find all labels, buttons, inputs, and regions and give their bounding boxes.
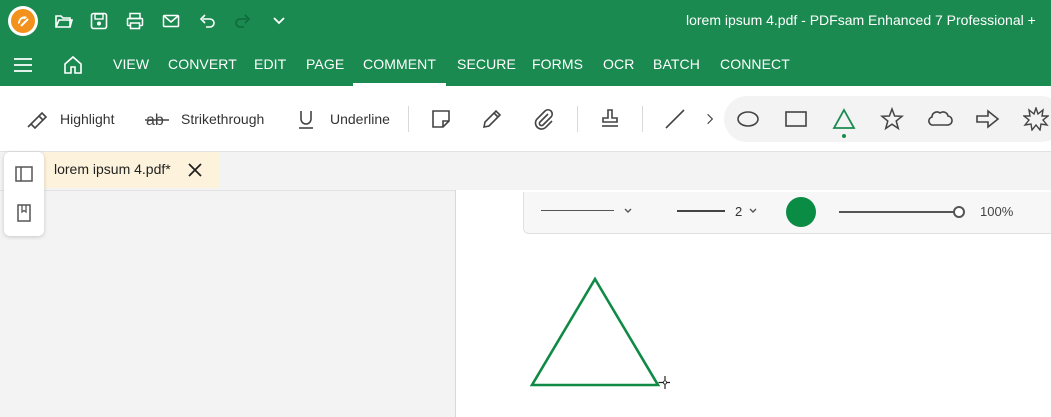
undo-icon[interactable] [195,9,219,33]
strikethrough-button[interactable]: ab Strikethrough [145,106,264,132]
active-shape-indicator [842,134,846,138]
ribbon-divider [408,106,409,132]
document-tab-strip: lorem ipsum 4.pdf* [0,152,1051,190]
email-icon[interactable] [159,9,183,33]
more-chevron-icon[interactable] [703,106,717,132]
ellipse-icon[interactable] [735,107,761,131]
chevron-down-icon [624,208,632,213]
line-style-preview [541,210,614,211]
sticky-note-icon[interactable] [429,106,453,132]
menu-batch[interactable]: BATCH [653,42,700,86]
menu-forms[interactable]: FORMS [532,42,583,86]
chevron-down-icon[interactable] [267,9,291,33]
ribbon-divider [642,106,643,132]
triangle-annotation[interactable] [525,272,670,392]
triangle-icon[interactable] [831,107,857,131]
shapes-group [724,96,1051,142]
menu-bar: VIEW CONVERT EDIT PAGE COMMENT SECURE FO… [0,42,1051,86]
cloud-icon[interactable] [927,107,953,131]
stroke-color-swatch[interactable] [786,197,816,227]
document-tab-label: lorem ipsum 4.pdf* [54,161,171,177]
chevron-down-icon [749,208,757,213]
menu-convert[interactable]: CONVERT [168,42,237,86]
redo-icon[interactable] [231,9,255,33]
highlight-label: Highlight [60,111,115,127]
underline-button[interactable]: Underline [294,106,390,132]
rectangle-icon[interactable] [783,107,809,131]
app-logo-icon[interactable] [8,6,38,36]
strikethrough-label: Strikethrough [181,111,265,127]
highlight-button[interactable]: Highlight [24,106,114,132]
left-pane [0,190,455,417]
line-icon[interactable] [663,106,687,132]
line-width-value: 2 [735,204,743,219]
menu-edit[interactable]: EDIT [254,42,286,86]
home-icon[interactable] [62,54,84,76]
menu-page[interactable]: PAGE [306,42,344,86]
menu-ocr[interactable]: OCR [603,42,634,86]
save-icon[interactable] [87,9,111,33]
bookmark-panel-icon[interactable] [14,203,34,223]
menu-comment[interactable]: COMMENT [352,42,447,86]
opacity-slider-track[interactable] [839,211,959,213]
attachment-icon[interactable] [532,106,556,132]
menu-view[interactable]: VIEW [113,42,149,86]
print-icon[interactable] [123,9,147,33]
strikethrough-icon: ab [145,112,169,129]
open-folder-icon[interactable] [52,9,76,33]
thumbnails-panel-icon[interactable] [14,164,34,184]
stamp-icon[interactable] [598,106,622,132]
close-icon[interactable] [185,160,205,180]
ribbon-divider [577,106,578,132]
comment-ribbon: Highlight ab Strikethrough Underline [0,86,1051,152]
side-panel-toolbar [4,152,44,236]
document-tab[interactable]: lorem ipsum 4.pdf* [44,152,219,188]
title-bar: lorem ipsum 4.pdf - PDFsam Enhanced 7 Pr… [0,0,1051,42]
hamburger-menu-icon[interactable] [12,54,34,76]
underline-icon [299,111,313,129]
menu-connect[interactable]: CONNECT [720,42,790,86]
crosshair-cursor-icon [658,376,670,389]
opacity-slider-thumb[interactable] [953,206,965,218]
line-style-dropdown[interactable] [541,201,636,221]
opacity-value: 100% [980,204,1014,219]
star-icon[interactable] [879,106,905,131]
burst-icon[interactable] [1022,105,1050,132]
arrow-icon[interactable] [975,107,1001,131]
menu-secure[interactable]: SECURE [457,42,516,86]
pencil-icon[interactable] [480,106,504,132]
underline-label: Underline [330,111,390,127]
window-title: lorem ipsum 4.pdf - PDFsam Enhanced 7 Pr… [686,12,1036,28]
line-width-dropdown[interactable] [676,201,761,221]
highlighter-icon [27,111,48,130]
line-width-preview [677,210,725,212]
